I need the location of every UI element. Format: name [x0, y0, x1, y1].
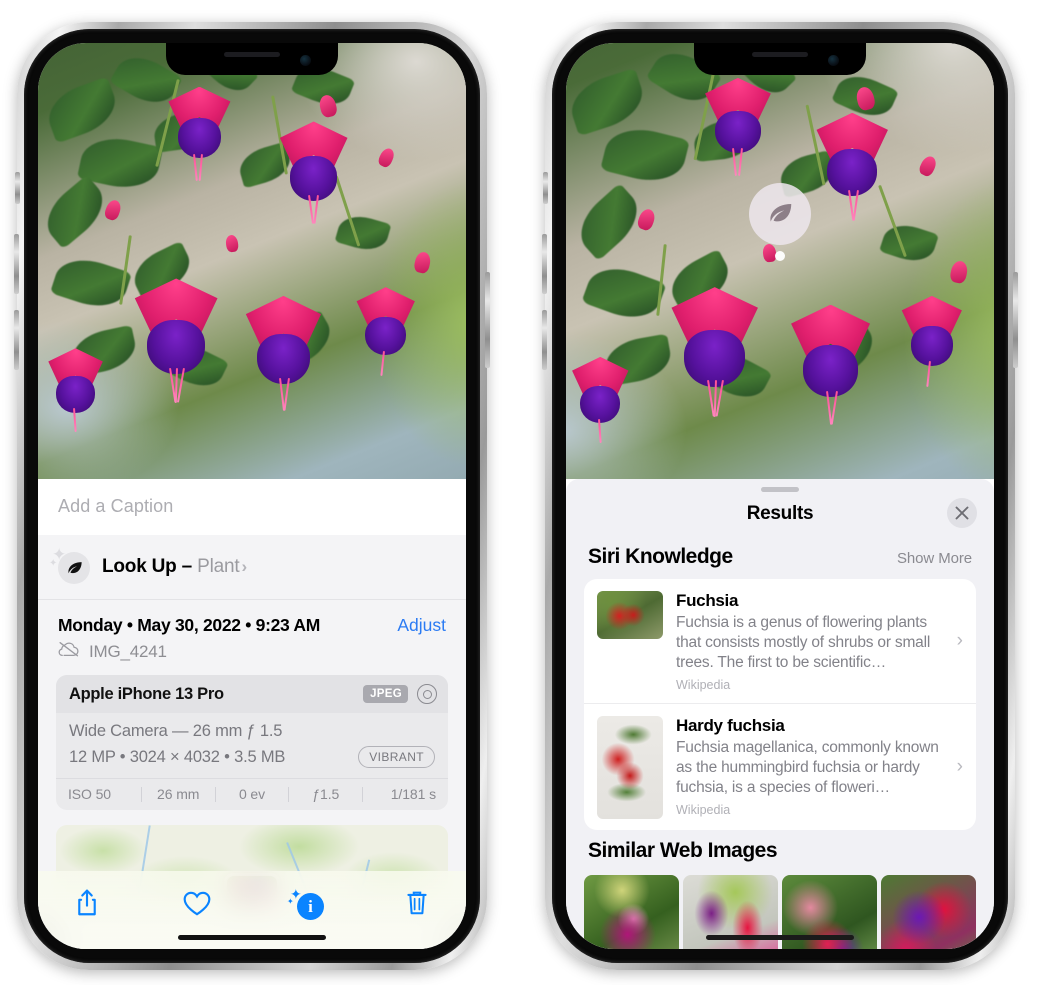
list-item[interactable]: Hardy fuchsia Fuchsia magellanica, commo… [584, 702, 976, 830]
photo-viewer-right[interactable] [566, 43, 994, 479]
capture-date: Monday • May 30, 2022 • 9:23 AM [58, 615, 320, 635]
visual-look-up-anchor-dot [775, 251, 785, 261]
close-icon[interactable] [947, 498, 977, 528]
look-up-row[interactable]: ✦ ✦ Look Up – Plant › [38, 535, 466, 600]
caption-input[interactable]: Add a Caption [38, 479, 466, 535]
share-icon[interactable] [64, 883, 110, 923]
exif-body: Wide Camera — 26 mm ƒ 1.5 12 MP • 3024 ×… [56, 713, 448, 778]
screen-right: Results Siri Knowledge Show More Fuchsia… [566, 43, 994, 949]
volume-up-button-left[interactable] [14, 234, 19, 294]
camera-device-name: Apple iPhone 13 Pro [69, 684, 224, 703]
adjust-button[interactable]: Adjust [397, 615, 446, 636]
web-image-thumbnail[interactable] [881, 874, 976, 949]
screenshot-stage: Add a Caption ✦ ✦ Look Up – Plant › Mond… [0, 0, 1055, 985]
front-camera-right [828, 55, 839, 66]
results-sheet: Results Siri Knowledge Show More Fuchsia… [566, 479, 994, 949]
capture-date-row: Monday • May 30, 2022 • 9:23 AM Adjust [38, 600, 466, 637]
heart-icon[interactable] [174, 883, 220, 923]
list-item-source: Wikipedia [676, 677, 731, 692]
visual-look-up-badge[interactable] [749, 183, 811, 245]
look-up-subject: Plant [197, 556, 240, 577]
lens-info: Wide Camera — 26 mm ƒ 1.5 [69, 722, 283, 740]
info-badge[interactable]: ✦ ✦ i [287, 886, 324, 920]
photo-style-chip: VIBRANT [358, 746, 435, 768]
front-camera-left [300, 55, 311, 66]
photo-foliage-right [566, 43, 994, 479]
similar-web-images-header: Similar Web Images [566, 830, 994, 873]
sparkle-small-icon: ✦ [287, 897, 294, 906]
home-indicator-left[interactable] [178, 935, 326, 940]
volume-up-button-right[interactable] [542, 234, 547, 294]
earpiece-speaker-left [224, 52, 280, 57]
mute-switch-right[interactable] [543, 172, 548, 204]
list-item-source: Wikipedia [676, 802, 731, 817]
list-item[interactable]: Fuchsia Fuchsia is a genus of flowering … [584, 579, 976, 703]
stat-iso: ISO 50 [68, 786, 111, 802]
list-item-title: Hardy fuchsia [676, 715, 785, 735]
cloud-slash-icon [58, 641, 80, 662]
info-sparkle-icon[interactable]: ✦ ✦ i [284, 883, 330, 923]
similar-web-images-title: Similar Web Images [588, 838, 778, 862]
stat-aperture: ƒ1.5 [312, 786, 340, 802]
photo-viewer-left[interactable] [38, 43, 466, 479]
aperture-icon[interactable] [417, 684, 437, 704]
look-up-icon-group: ✦ ✦ [49, 545, 90, 585]
leaf-icon [770, 204, 792, 222]
iphone-left: Add a Caption ✦ ✦ Look Up – Plant › Mond… [14, 22, 490, 970]
list-item-body: Fuchsia Fuchsia is a genus of flowering … [676, 591, 940, 692]
exif-size-row: 12 MP • 3024 × 4032 • 3.5 MB VIBRANT [69, 746, 435, 768]
power-button-left[interactable] [485, 272, 490, 368]
chevron-right-icon: › [956, 756, 963, 778]
exif-header-right: JPEG [363, 684, 437, 704]
show-more-button[interactable]: Show More [897, 550, 972, 567]
stat-shutter-speed: 1/181 s [390, 786, 436, 802]
resolution-info: 12 MP • 3024 × 4032 • 3.5 MB [69, 747, 286, 766]
stat-exposure-value: 0 ev [238, 786, 266, 802]
photo-foliage-left [38, 43, 466, 479]
list-item-body: Hardy fuchsia Fuchsia magellanica, commo… [676, 716, 940, 817]
file-name: IMG_4241 [89, 641, 167, 661]
list-item-title: Fuchsia [676, 591, 739, 610]
screen-left: Add a Caption ✦ ✦ Look Up – Plant › Mond… [38, 43, 466, 949]
home-indicator-right[interactable] [706, 935, 854, 940]
mute-switch-left[interactable] [15, 172, 20, 204]
exif-header: Apple iPhone 13 Pro JPEG [56, 675, 448, 713]
notch-left [166, 43, 338, 75]
fuchsia-red-flowers-thumb [597, 591, 663, 639]
info-circle-icon: i [297, 893, 324, 920]
stat-focal-length: 26 mm [157, 786, 200, 802]
file-row: IMG_4241 [38, 637, 466, 675]
chevron-right-icon: › [956, 630, 963, 652]
earpiece-speaker-right [752, 52, 808, 57]
exif-stats-row: ISO 50 26 mm 0 ev ƒ1.5 1/181 s [56, 778, 448, 810]
format-chip: JPEG [363, 685, 408, 703]
siri-knowledge-card: Fuchsia Fuchsia is a genus of flowering … [584, 579, 976, 830]
list-item-description: Fuchsia magellanica, commonly known as t… [676, 738, 939, 796]
hardy-fuchsia-specimen-thumb [597, 715, 663, 819]
siri-knowledge-header: Siri Knowledge Show More [566, 536, 994, 579]
look-up-label: Look Up – Plant › [102, 556, 247, 578]
results-header: Results [566, 492, 994, 536]
sparkle-small-icon: ✦ [49, 558, 58, 569]
power-button-right[interactable] [1013, 272, 1018, 368]
volume-down-button-left[interactable] [14, 310, 19, 370]
iphone-right: Results Siri Knowledge Show More Fuchsia… [542, 22, 1018, 970]
list-item-description: Fuchsia is a genus of flowering plants t… [676, 614, 931, 671]
volume-down-button-right[interactable] [542, 310, 547, 370]
web-image-thumbnail[interactable] [584, 874, 679, 949]
notch-right [694, 43, 866, 75]
trash-icon[interactable] [394, 883, 440, 923]
look-up-prefix: Look Up – [102, 556, 198, 577]
siri-knowledge-title: Siri Knowledge [588, 545, 733, 568]
leaf-icon [58, 552, 90, 584]
results-title: Results [746, 503, 814, 524]
exif-card[interactable]: Apple iPhone 13 Pro JPEG Wide Camera — 2… [56, 675, 448, 810]
chevron-right-icon: › [241, 557, 247, 576]
